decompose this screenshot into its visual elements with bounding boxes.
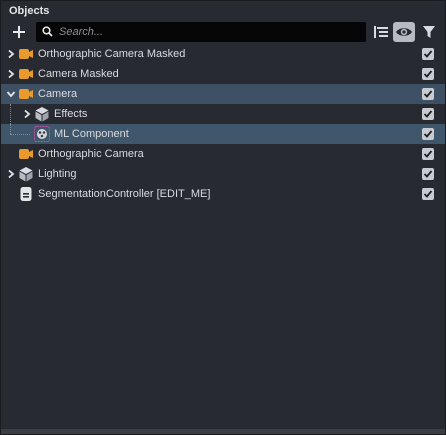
objects-panel: Objects Search... Orthographic Camera Ma… bbox=[0, 0, 446, 435]
tree-row-label: Camera bbox=[38, 88, 78, 100]
chevron-right-icon[interactable] bbox=[22, 109, 32, 119]
tree-guide-line bbox=[10, 104, 11, 124]
tree-row-orthographic-camera-masked[interactable]: Orthographic Camera Masked bbox=[1, 44, 445, 64]
chevron-right-icon[interactable] bbox=[6, 49, 16, 59]
visibility-checkbox[interactable] bbox=[422, 148, 434, 160]
eye-icon bbox=[396, 28, 412, 36]
filter-icon bbox=[423, 25, 435, 38]
script-icon bbox=[20, 187, 32, 201]
visibility-checkbox[interactable] bbox=[422, 128, 434, 140]
chevron-down-icon[interactable] bbox=[6, 89, 16, 99]
tree-row-effects[interactable]: Effects bbox=[1, 104, 445, 124]
search-icon bbox=[42, 26, 53, 37]
object-tree: Orthographic Camera Masked Camera Masked bbox=[1, 44, 445, 204]
checkmark-icon bbox=[423, 90, 433, 98]
checkmark-icon bbox=[423, 150, 433, 158]
tree-row-label: ML Component bbox=[54, 128, 129, 140]
camera-icon bbox=[19, 89, 33, 99]
tree-row-label: Camera Masked bbox=[38, 68, 119, 80]
panel-bottom-edge bbox=[1, 429, 445, 434]
tree-row-camera[interactable]: Camera bbox=[1, 84, 445, 104]
tree-row-orthographic-camera[interactable]: Orthographic Camera bbox=[1, 144, 445, 164]
objects-toolbar bbox=[1, 20, 445, 44]
chevron-right-icon[interactable] bbox=[6, 69, 16, 79]
search-input[interactable] bbox=[59, 24, 359, 40]
checkmark-icon bbox=[423, 190, 433, 198]
tree-row-label: Orthographic Camera Masked bbox=[38, 48, 186, 60]
checkmark-icon bbox=[423, 110, 433, 118]
visibility-checkbox[interactable] bbox=[422, 88, 434, 100]
checkmark-icon bbox=[423, 170, 433, 178]
tree-guide-connector bbox=[10, 134, 30, 135]
tree-row-ml-component[interactable]: ML Component bbox=[1, 124, 445, 144]
tree-row-lighting[interactable]: Lighting bbox=[1, 164, 445, 184]
visibility-checkbox[interactable] bbox=[422, 108, 434, 120]
visibility-checkbox[interactable] bbox=[422, 68, 434, 80]
visibility-checkbox[interactable] bbox=[422, 48, 434, 60]
hierarchy-list-icon bbox=[374, 26, 388, 38]
visibility-checkbox[interactable] bbox=[422, 168, 434, 180]
chevron-right-icon[interactable] bbox=[6, 169, 16, 179]
panel-title: Objects bbox=[9, 5, 50, 17]
tree-guide-line bbox=[10, 124, 11, 134]
ml-component-icon bbox=[34, 126, 50, 142]
tree-row-label: Orthographic Camera bbox=[38, 148, 144, 160]
hierarchy-list-button[interactable] bbox=[371, 22, 391, 42]
tree-row-label: SegmentationController [EDIT_ME] bbox=[38, 188, 211, 200]
checkmark-icon bbox=[423, 130, 433, 138]
cube-icon bbox=[35, 107, 49, 122]
filter-button[interactable] bbox=[419, 22, 439, 42]
tree-row-camera-masked[interactable]: Camera Masked bbox=[1, 64, 445, 84]
add-object-button[interactable] bbox=[9, 22, 29, 42]
tree-row-segmentation-controller[interactable]: SegmentationController [EDIT_ME] bbox=[1, 184, 445, 204]
camera-icon bbox=[19, 49, 33, 59]
visibility-checkbox[interactable] bbox=[422, 188, 434, 200]
search-field[interactable] bbox=[36, 22, 366, 42]
plus-icon bbox=[13, 26, 25, 38]
visibility-toggle-button[interactable] bbox=[393, 22, 415, 42]
camera-icon bbox=[19, 149, 33, 159]
camera-icon bbox=[19, 69, 33, 79]
tree-row-label: Lighting bbox=[38, 168, 77, 180]
tree-row-label: Effects bbox=[54, 108, 88, 120]
checkmark-icon bbox=[423, 50, 433, 58]
checkmark-icon bbox=[423, 70, 433, 78]
cube-icon bbox=[19, 167, 33, 182]
